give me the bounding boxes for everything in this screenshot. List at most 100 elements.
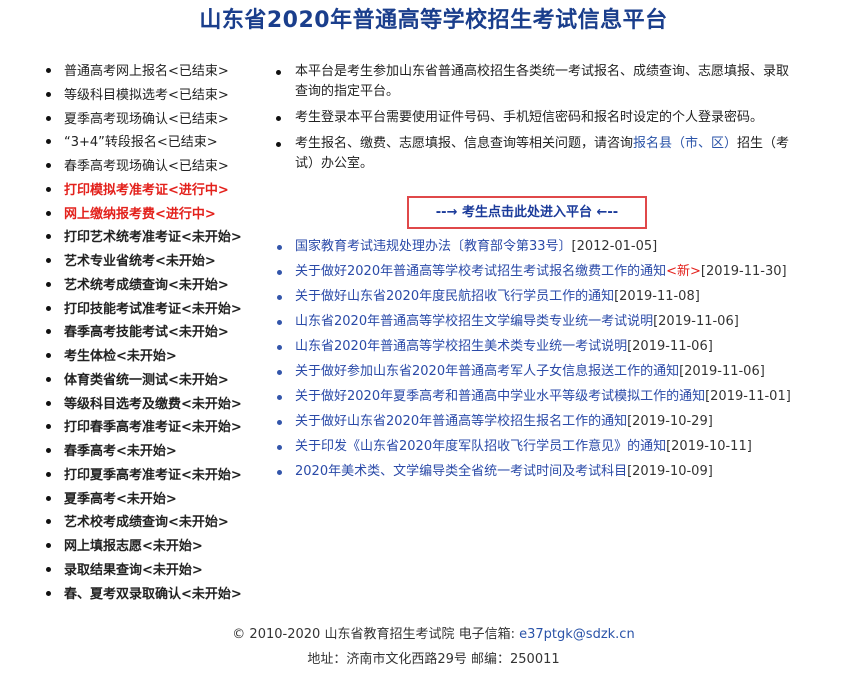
sidebar-item-label: 体育类省统一测试<未开始> [64,372,229,388]
bullet-icon [46,258,51,263]
sidebar-item-label: 艺术统考成绩查询<未开始> [64,277,229,293]
news-title-link[interactable]: 关于做好2020年夏季高考和普通高中学业水平等级考试模拟工作的通知 [295,389,705,404]
news-item[interactable]: 2020年美术类、文学编导类全省统一考试时间及考试科目[2019-10-09] [273,462,793,482]
bullet-icon [46,400,51,406]
bullet-icon [277,295,282,300]
sidebar-item-label: 打印艺术统考准考证<未开始> [64,230,242,246]
sidebar-item[interactable]: 打印艺术统考准考证<未开始> [46,226,271,250]
bullet-icon [46,543,51,548]
news-title-link[interactable]: 国家教育考试违规处理办法〔教育部令第33号〕 [295,239,572,254]
news-list: 国家教育考试违规处理办法〔教育部令第33号〕[2012-01-05] 关于做好20… [273,237,793,487]
news-title-link[interactable]: 山东省2020年普通高等学校招生美术类专业统一考试说明 [295,339,627,354]
main-content: 本平台是考生参加山东省普通高校招生各类统一考试报名、成绩查询、志愿填报、录取查询… [273,62,793,479]
news-title-link[interactable]: 2020年美术类、文学编导类全省统一考试时间及考试科目 [295,464,627,479]
new-badge: <新> [666,264,701,279]
bullet-icon [46,353,51,358]
news-date: [2019-11-30] [700,264,787,279]
news-item[interactable]: 关于印发《山东省2020年度军队招收飞行学员工作意见》的通知[2019-10-1… [273,437,793,457]
bullet-icon [276,116,281,121]
bullet-icon [46,305,51,311]
news-title-link[interactable]: 关于做好2020年普通高等学校考试招生考试报名缴费工作的通知 [295,264,666,279]
sidebar-item[interactable]: 艺术校考成绩查询<未开始> [46,511,271,535]
sidebar-item-label: 春季高考技能考试<未开始> [64,325,229,341]
email-link[interactable]: e37ptgk@sdzk.cn [519,627,635,642]
sidebar-item[interactable]: 打印技能考试准考证<未开始> [46,298,271,322]
bullet-icon [46,91,51,97]
sidebar-item[interactable]: 网上缴纳报考费<进行中> [46,203,271,227]
bullet-icon [46,234,51,240]
bullet-icon [46,519,51,525]
sidebar-item[interactable]: 夏季高考现场确认<已结束> [46,108,271,132]
sidebar-item[interactable]: “3+4”转段报名<已结束> [46,131,271,155]
sidebar-item[interactable]: 春季高考技能考试<未开始> [46,321,271,345]
bullet-icon [277,345,282,350]
news-date: [2019-11-01] [705,389,791,404]
bullet-icon [46,186,51,192]
sidebar-item-label: 网上填报志愿<未开始> [64,539,203,554]
bullet-icon [277,470,282,475]
sidebar-item[interactable]: 等级科目模拟选考<已结束> [46,84,271,108]
sidebar-item[interactable]: 打印模拟考准考证<进行中> [46,179,271,203]
bullet-icon [46,210,51,216]
sidebar-item[interactable]: 录取结果查询<未开始> [46,559,271,583]
bullet-icon [46,68,51,73]
sidebar-item[interactable]: 春季高考现场确认<已结束> [46,155,271,179]
org-link[interactable]: 山东省教育招生考试院 [324,627,454,642]
bullet-icon [46,115,51,121]
news-item[interactable]: 关于做好2020年夏季高考和普通高中学业水平等级考试模拟工作的通知[2019-1… [273,387,793,407]
news-item[interactable]: 关于做好2020年普通高等学校考试招生考试报名缴费工作的通知<新>[2019-1… [273,262,793,282]
footer-copyright: © 2010-2020 山东省教育招生考试院 电子信箱: e37ptgk@sdz… [232,627,635,642]
sidebar-item[interactable]: 等级科目选考及缴费<未开始> [46,393,271,417]
sidebar-item-label: 春、夏考双录取确认<未开始> [64,586,242,602]
sidebar-item[interactable]: 艺术专业省统考<未开始> [46,250,271,274]
footer-address: 地址：济南市文化西路29号 邮编：250011 [307,652,560,667]
sidebar-item-label: 网上缴纳报考费<进行中> [64,206,216,222]
sidebar-menu: 普通高考网上报名<已结束> 等级科目模拟选考<已结束> 夏季高考现场确认<已结束> “… [46,60,271,606]
bullet-icon [46,566,51,572]
bullet-icon [277,395,282,400]
bullet-icon [277,270,282,275]
sidebar-item-label: 夏季高考<未开始> [64,491,177,507]
bullet-icon [46,590,51,596]
info-paragraph-2: 考生登录本平台需要使用证件号码、手机短信密码和报名时设定的个人登录密码。 [273,108,793,128]
sidebar-item-label: 春季高考<未开始> [64,444,177,459]
bullet-icon [46,448,51,453]
sidebar-item-label: 打印夏季高考准考证<未开始> [64,467,242,483]
news-title-link[interactable]: 关于做好参加山东省2020年普通高考军人子女信息报送工作的通知 [295,364,679,379]
sidebar-item[interactable]: 普通高考网上报名<已结束> [46,60,271,84]
sidebar-item[interactable]: 夏季高考<未开始> [46,488,271,512]
news-date: [2019-11-08] [614,289,700,304]
bullet-icon [46,163,51,168]
bullet-icon [46,495,51,501]
enter-platform-button[interactable]: --→ 考生点击此处进入平台 ←-- [407,196,647,229]
news-title-link[interactable]: 关于印发《山东省2020年度军队招收飞行学员工作意见》的通知 [295,439,666,454]
sidebar-item[interactable]: 打印夏季高考准考证<未开始> [46,464,271,488]
news-item[interactable]: 山东省2020年普通高等学校招生文学编导类专业统一考试说明[2019-11-06… [273,312,793,332]
news-item[interactable]: 山东省2020年普通高等学校招生美术类专业统一考试说明[2019-11-06] [273,337,793,357]
bullet-icon [276,70,281,75]
county-office-link[interactable]: 报名县（市、区） [633,136,737,151]
sidebar-item-label: 录取结果查询<未开始> [64,562,203,578]
sidebar-item[interactable]: 考生体检<未开始> [46,345,271,369]
news-title-link[interactable]: 关于做好山东省2020年度民航招收飞行学员工作的通知 [295,289,614,304]
sidebar-item[interactable]: 艺术统考成绩查询<未开始> [46,274,271,298]
bullet-icon [46,424,51,430]
news-title-link[interactable]: 山东省2020年普通高等学校招生文学编导类专业统一考试说明 [295,314,653,329]
news-date: [2019-10-29] [627,414,713,429]
sidebar-item[interactable]: 网上填报志愿<未开始> [46,535,271,559]
sidebar-item-label: 打印技能考试准考证<未开始> [64,301,242,317]
news-item[interactable]: 关于做好山东省2020年度民航招收飞行学员工作的通知[2019-11-08] [273,287,793,307]
news-item[interactable]: 国家教育考试违规处理办法〔教育部令第33号〕[2012-01-05] [273,237,793,257]
sidebar-item[interactable]: 体育类省统一测试<未开始> [46,369,271,393]
news-date: [2019-11-06] [679,364,765,379]
sidebar-item-label: “3+4”转段报名<已结束> [64,135,218,151]
sidebar-item[interactable]: 打印春季高考准考证<未开始> [46,416,271,440]
news-item[interactable]: 关于做好山东省2020年普通高等学校招生报名工作的通知[2019-10-29] [273,412,793,432]
sidebar-item[interactable]: 春、夏考双录取确认<未开始> [46,583,271,607]
news-title-link[interactable]: 关于做好山东省2020年普通高等学校招生报名工作的通知 [295,414,627,429]
sidebar-item-label: 考生体检<未开始> [64,349,177,364]
news-item[interactable]: 关于做好参加山东省2020年普通高考军人子女信息报送工作的通知[2019-11-… [273,362,793,382]
news-date: [2019-11-06] [627,339,713,354]
bullet-icon [46,139,51,145]
sidebar-item[interactable]: 春季高考<未开始> [46,440,271,464]
